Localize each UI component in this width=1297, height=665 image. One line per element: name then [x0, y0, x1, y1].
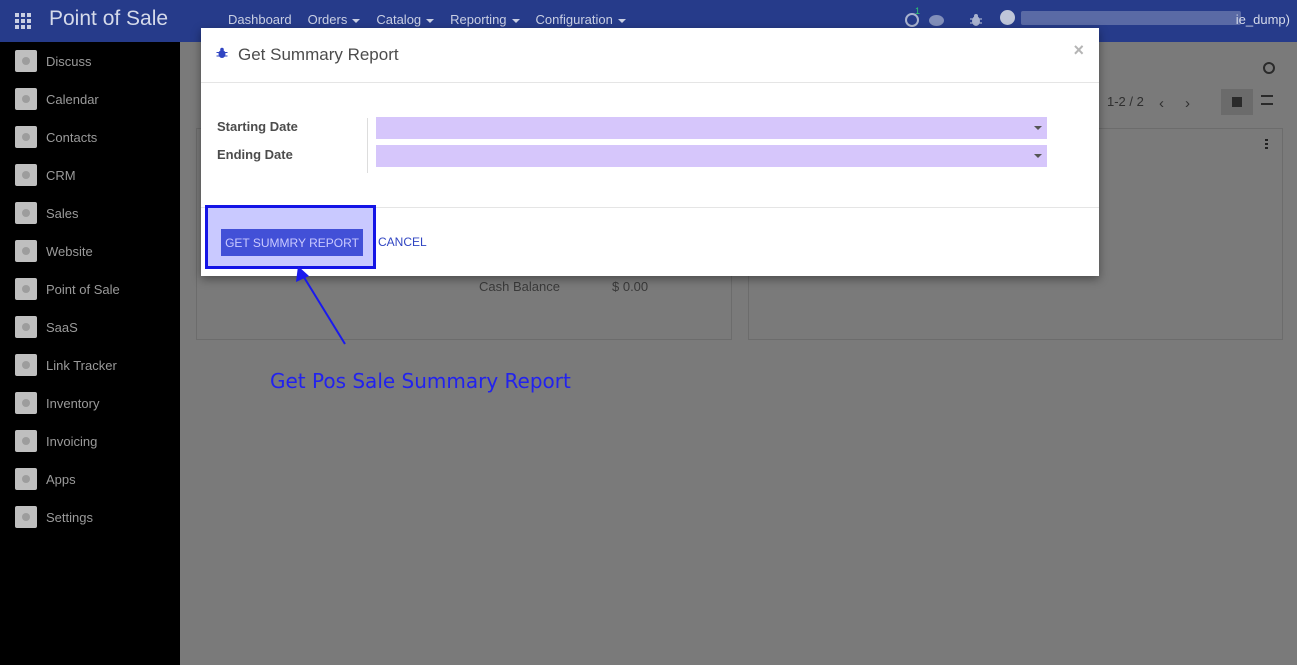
- annotation-caption: Get Pos Sale Summary Report: [270, 369, 571, 393]
- debug-bug-icon: [216, 47, 228, 58]
- database-name[interactable]: ie_dump): [1236, 12, 1290, 27]
- ending-date-label: Ending Date: [217, 147, 293, 162]
- dialog-title: Get Summary Report: [238, 45, 399, 64]
- crm-app-icon: [15, 164, 37, 186]
- sidebar-item-crm[interactable]: CRM: [15, 164, 76, 186]
- dropdown-caret-icon[interactable]: [1034, 154, 1042, 158]
- starting-date-label: Starting Date: [217, 119, 298, 134]
- dropdown-caret-icon[interactable]: [1034, 126, 1042, 130]
- list-view-icon[interactable]: [1261, 95, 1273, 105]
- caret-down-icon: [511, 18, 520, 23]
- sidebar-item-calendar[interactable]: Calendar: [15, 88, 99, 110]
- apps-app-icon: [15, 468, 37, 490]
- sidebar-item-inventory[interactable]: Inventory: [15, 392, 99, 414]
- chat-icon[interactable]: [929, 15, 944, 26]
- form-divider: [367, 118, 368, 173]
- menu-reporting[interactable]: Reporting: [450, 12, 520, 27]
- activity-badge: 1: [915, 6, 921, 16]
- menu-catalog[interactable]: Catalog: [376, 12, 435, 27]
- apps-grid-icon[interactable]: [15, 13, 31, 29]
- inventory-app-icon: [15, 392, 37, 414]
- close-icon[interactable]: ×: [1073, 40, 1084, 61]
- sidebar-item-website[interactable]: Website: [15, 240, 93, 262]
- sidebar-item-apps[interactable]: Apps: [15, 468, 76, 490]
- caret-down-icon: [352, 18, 361, 23]
- caret-down-icon: [617, 18, 626, 23]
- chevron-left-icon[interactable]: ‹: [1159, 95, 1164, 112]
- sidebar-item-invoicing[interactable]: Invoicing: [15, 430, 97, 452]
- user-avatar[interactable]: [1000, 10, 1015, 25]
- settings-app-icon: [15, 506, 37, 528]
- user-name-redacted[interactable]: [1021, 11, 1241, 25]
- menu-configuration[interactable]: Configuration: [536, 12, 626, 27]
- main-menu: Dashboard Orders Catalog Reporting Confi…: [228, 12, 642, 27]
- invoicing-app-icon: [15, 430, 37, 452]
- app-sidebar: Discuss Calendar Contacts CRM Sales Webs…: [0, 42, 180, 665]
- sidebar-item-contacts[interactable]: Contacts: [15, 126, 97, 148]
- highlight-box: [205, 205, 376, 269]
- discuss-app-icon: [15, 50, 37, 72]
- website-app-icon: [15, 240, 37, 262]
- sidebar-item-settings[interactable]: Settings: [15, 506, 93, 528]
- sales-app-icon: [15, 202, 37, 224]
- menu-orders[interactable]: Orders: [308, 12, 361, 27]
- cash-balance-label: Cash Balance: [479, 279, 560, 294]
- menu-dashboard[interactable]: Dashboard: [228, 12, 292, 27]
- cash-balance-value: $ 0.00: [612, 279, 649, 294]
- contacts-app-icon: [15, 126, 37, 148]
- dialog-header: Get Summary Report ×: [201, 28, 1099, 83]
- sidebar-item-link-tracker[interactable]: Link Tracker: [15, 354, 117, 376]
- starting-date-field[interactable]: [376, 117, 1047, 139]
- cancel-button[interactable]: CANCEL: [378, 235, 427, 249]
- kanban-view-icon[interactable]: [1221, 89, 1253, 115]
- link-tracker-app-icon: [15, 354, 37, 376]
- sidebar-item-discuss[interactable]: Discuss: [15, 50, 92, 72]
- sidebar-item-point-of-sale[interactable]: Point of Sale: [15, 278, 120, 300]
- pager-value[interactable]: 1-2 / 2: [1107, 94, 1144, 109]
- caret-down-icon: [426, 18, 435, 23]
- sidebar-item-saas[interactable]: SaaS: [15, 316, 78, 338]
- calendar-app-icon: [15, 88, 37, 110]
- search-icon[interactable]: [1263, 62, 1275, 74]
- kebab-menu-icon[interactable]: [1265, 139, 1268, 149]
- saas-app-icon: [15, 316, 37, 338]
- chevron-right-icon[interactable]: ›: [1185, 95, 1190, 112]
- debug-bug-icon[interactable]: [969, 13, 983, 27]
- point-of-sale-app-icon: [15, 278, 37, 300]
- dialog-body: Starting Date Ending Date: [201, 84, 1099, 207]
- app-brand-title: Point of Sale: [49, 7, 169, 30]
- ending-date-field[interactable]: [376, 145, 1047, 167]
- sidebar-item-sales[interactable]: Sales: [15, 202, 79, 224]
